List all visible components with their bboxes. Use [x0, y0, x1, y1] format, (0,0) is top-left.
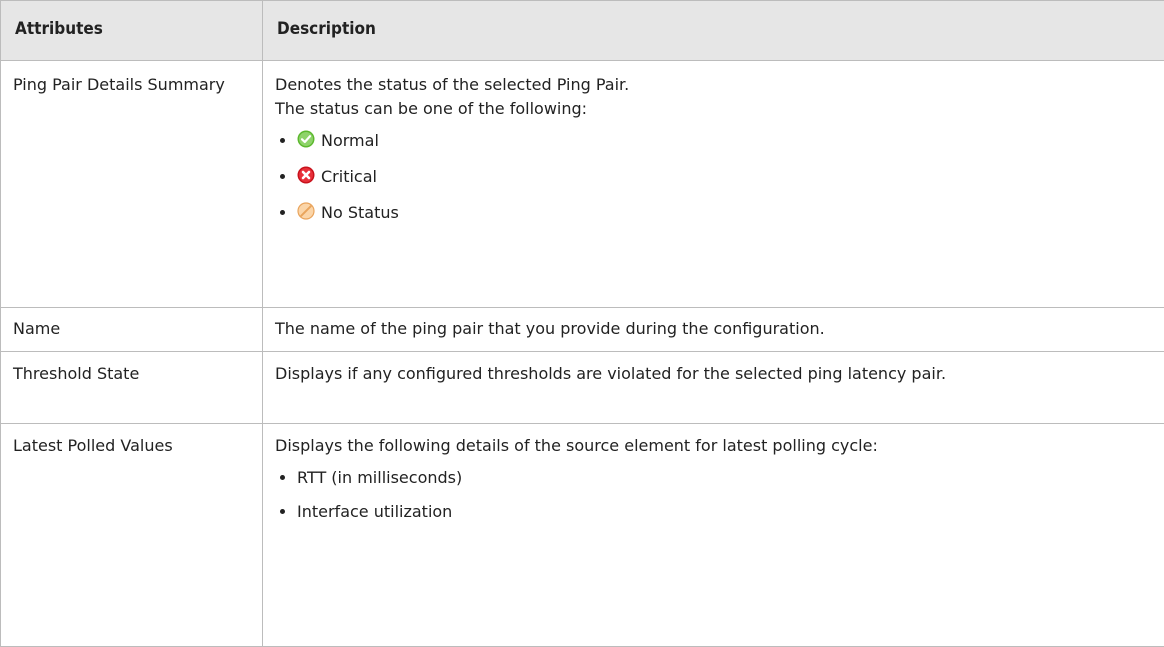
attribute-cell: Latest Polled Values: [1, 424, 263, 647]
attribute-cell: Ping Pair Details Summary: [1, 61, 263, 308]
list-item: RTT (in milliseconds): [297, 466, 1154, 490]
details-list: RTT (in milliseconds) Interface utilizat…: [275, 466, 1154, 524]
status-label: Critical: [321, 167, 377, 186]
list-item: Critical: [297, 165, 1154, 191]
table-header-row: Attributes Description: [1, 1, 1164, 61]
description-text: Denotes the status of the selected Ping …: [275, 73, 1154, 97]
description-text: The status can be one of the following:: [275, 97, 1154, 121]
description-cell: Denotes the status of the selected Ping …: [263, 61, 1164, 308]
no-status-icon: [297, 202, 315, 220]
attributes-column-header: Attributes: [1, 1, 263, 61]
normal-status-icon: [297, 130, 315, 148]
status-list: Normal Critical: [275, 129, 1154, 227]
list-item: Normal: [297, 129, 1154, 155]
description-text: Displays the following details of the so…: [275, 434, 1154, 458]
table-row: Latest Polled Values Displays the follow…: [1, 424, 1164, 647]
list-item: No Status: [297, 201, 1154, 227]
status-label: No Status: [321, 203, 399, 222]
status-label: Normal: [321, 131, 379, 150]
description-cell: The name of the ping pair that you provi…: [263, 308, 1164, 352]
table-row: Threshold State Displays if any configur…: [1, 352, 1164, 424]
attributes-table: Attributes Description Ping Pair Details…: [0, 0, 1164, 647]
list-item: Interface utilization: [297, 500, 1154, 524]
description-column-header: Description: [263, 1, 1164, 61]
attribute-cell: Threshold State: [1, 352, 263, 424]
critical-status-icon: [297, 166, 315, 184]
table-row: Name The name of the ping pair that you …: [1, 308, 1164, 352]
table-row: Ping Pair Details Summary Denotes the st…: [1, 61, 1164, 308]
description-cell: Displays the following details of the so…: [263, 424, 1164, 647]
description-cell: Displays if any configured thresholds ar…: [263, 352, 1164, 424]
attribute-cell: Name: [1, 308, 263, 352]
